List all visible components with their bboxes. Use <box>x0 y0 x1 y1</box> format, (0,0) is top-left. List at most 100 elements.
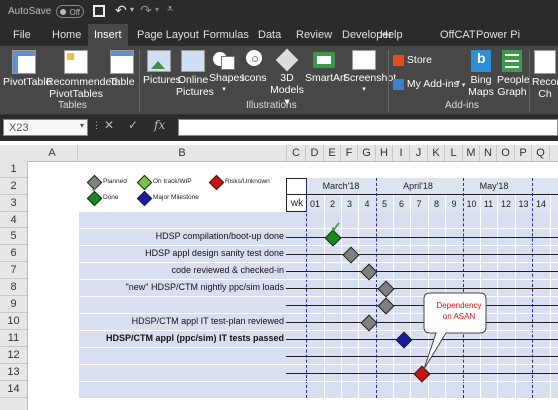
undo-dropdown-icon[interactable]: ▾ <box>130 5 134 14</box>
cancel-entry-icon[interactable]: ✕ <box>104 118 114 132</box>
undo-icon[interactable]: ↶ <box>115 2 127 19</box>
column-header-g[interactable]: G <box>358 145 376 161</box>
pivottable-icon <box>12 50 36 74</box>
recommended-charts-button[interactable]: Recom Ch <box>532 50 558 100</box>
row-header-3[interactable]: 3 <box>0 195 27 212</box>
column-header-k[interactable]: K <box>428 145 445 161</box>
row-header-13[interactable]: 13 <box>0 364 27 381</box>
row-header-7[interactable]: 7 <box>0 262 27 279</box>
pivottable-button[interactable]: PivotTable <box>3 50 51 88</box>
name-box-dropdown-icon[interactable]: ▾ <box>80 121 84 130</box>
customize-quick-access-icon[interactable]: ⩡ <box>167 3 173 16</box>
tab-data[interactable]: Data <box>258 24 281 46</box>
bing-maps-icon: b <box>471 50 491 72</box>
row-headers: 1 2 3 4 5 6 7 8 9 10 11 12 13 14 <box>0 161 28 410</box>
column-header-i[interactable]: I <box>393 145 410 161</box>
shapes-button[interactable]: Shapes ▾ <box>209 50 245 96</box>
row-header-5[interactable]: 5 <box>0 228 27 245</box>
legend-risks-label: Risks/Unknown <box>225 178 270 185</box>
name-box[interactable]: X23 <box>3 119 88 136</box>
week-number: 9 <box>451 199 457 209</box>
table-button[interactable]: Table <box>108 50 136 88</box>
legend-major-label: Major Milestone <box>153 194 199 201</box>
tab-file[interactable]: File <box>13 24 31 46</box>
row-header-11[interactable]: 11 <box>0 330 27 347</box>
column-header-l[interactable]: L <box>445 145 463 161</box>
bing-maps-button[interactable]: b Bing Maps <box>467 50 495 98</box>
formula-bar-options-icon[interactable]: ⋮ <box>92 120 101 131</box>
tab-formulas[interactable]: Formulas <box>203 24 249 46</box>
week-number: 2 <box>329 199 335 209</box>
column-header-h[interactable]: H <box>376 145 393 161</box>
screenshot-button[interactable]: Screenshot ▾ <box>343 50 396 96</box>
pictures-button[interactable]: Pictures <box>143 50 181 86</box>
column-header-j[interactable]: J <box>410 145 428 161</box>
tab-insert[interactable]: Insert <box>88 24 128 46</box>
redo-dropdown-icon[interactable]: ▾ <box>155 5 159 14</box>
redo-icon[interactable]: ↷ <box>140 2 152 19</box>
column-header-b[interactable]: B <box>78 145 287 161</box>
row-header-12[interactable]: 12 <box>0 347 27 364</box>
save-icon[interactable] <box>93 5 105 17</box>
tab-developer[interactable]: Help <box>380 24 403 46</box>
week-number: 5 <box>381 199 387 209</box>
week-number: 6 <box>398 199 404 209</box>
row-header-10[interactable]: 10 <box>0 313 27 330</box>
row-header-4[interactable]: 4 <box>0 212 27 228</box>
month-april: April'18 <box>403 181 433 191</box>
column-header-d[interactable]: D <box>306 145 324 161</box>
tab-help[interactable]: OffCAT <box>440 24 476 46</box>
column-header-n[interactable]: N <box>480 145 497 161</box>
task-label: code reviewed & checked-in <box>171 265 284 275</box>
week-number: 13 <box>518 199 529 209</box>
column-header-o[interactable]: O <box>497 145 515 161</box>
column-header-a[interactable]: A <box>27 145 78 161</box>
row-header-2[interactable]: 2 <box>0 178 27 195</box>
worksheet[interactable]: March'18 April'18 May'18 wk 01 2 3 4 5 6… <box>28 161 558 410</box>
tab-review[interactable]: Review <box>296 24 332 46</box>
ribbon-tabs: File Home Insert Page Layout Formulas Da… <box>0 24 558 46</box>
row-header-8[interactable]: 8 <box>0 279 27 296</box>
icons-icon: ☺ <box>244 50 264 70</box>
confirm-entry-icon[interactable]: ✓ <box>128 118 138 132</box>
column-header-f[interactable]: F <box>341 145 358 161</box>
checkmark-icon: ✓ <box>330 219 342 235</box>
my-addins-button[interactable]: My Add-ins ▾ <box>393 78 465 92</box>
row-header-14[interactable]: 14 <box>0 381 27 398</box>
column-header-q[interactable]: Q <box>532 145 550 161</box>
addins-group-label: Add-ins <box>445 100 479 111</box>
row-header-9[interactable]: 9 <box>0 296 27 313</box>
task-line <box>286 271 558 272</box>
task-label: HDSP/CTM appl (ppc/sim) IT tests passed <box>105 333 284 343</box>
task-label: HDSP compilation/boot-up done <box>155 231 284 241</box>
row-header-1[interactable]: 1 <box>0 161 27 178</box>
formula-input[interactable] <box>178 119 558 136</box>
autosave-toggle[interactable]: Off <box>56 5 84 18</box>
table-icon <box>110 50 134 74</box>
column-header-c[interactable]: C <box>287 145 306 161</box>
month-march: March'18 <box>322 181 360 191</box>
legend-on-track-label: On track/WIP <box>153 178 192 185</box>
column-header-m[interactable]: M <box>463 145 480 161</box>
store-button[interactable]: Store <box>393 54 432 66</box>
column-header-e[interactable]: E <box>324 145 341 161</box>
tab-offcat[interactable]: Power Pi <box>476 24 520 46</box>
tab-home[interactable]: Home <box>52 24 81 46</box>
smartart-button[interactable]: SmartArt <box>305 50 346 84</box>
my-addins-dropdown-icon[interactable]: ▾ <box>456 78 460 87</box>
people-graph-button[interactable]: People Graph <box>497 50 530 98</box>
task-label: "new" HDSP/CTM nightly ppc/sim loads <box>125 282 284 292</box>
week-number: 11 <box>483 199 494 209</box>
store-icon <box>393 54 404 66</box>
ribbon: PivotTable Recommended PivotTables Table… <box>0 46 558 115</box>
row-header-6[interactable]: 6 <box>0 245 27 262</box>
week-label: wk <box>290 198 304 209</box>
recommended-pivottables-button[interactable]: Recommended PivotTables <box>46 50 117 100</box>
insert-function-icon[interactable]: fx <box>154 118 165 132</box>
recommended-pivottables-icon <box>64 50 88 74</box>
icons-button[interactable]: ☺ Icons <box>240 50 268 84</box>
week-number: 12 <box>500 199 511 209</box>
tab-page-layout[interactable]: Page Layout <box>137 24 199 46</box>
column-header-p[interactable]: P <box>515 145 532 161</box>
online-pictures-button[interactable]: Online Pictures <box>176 50 214 98</box>
